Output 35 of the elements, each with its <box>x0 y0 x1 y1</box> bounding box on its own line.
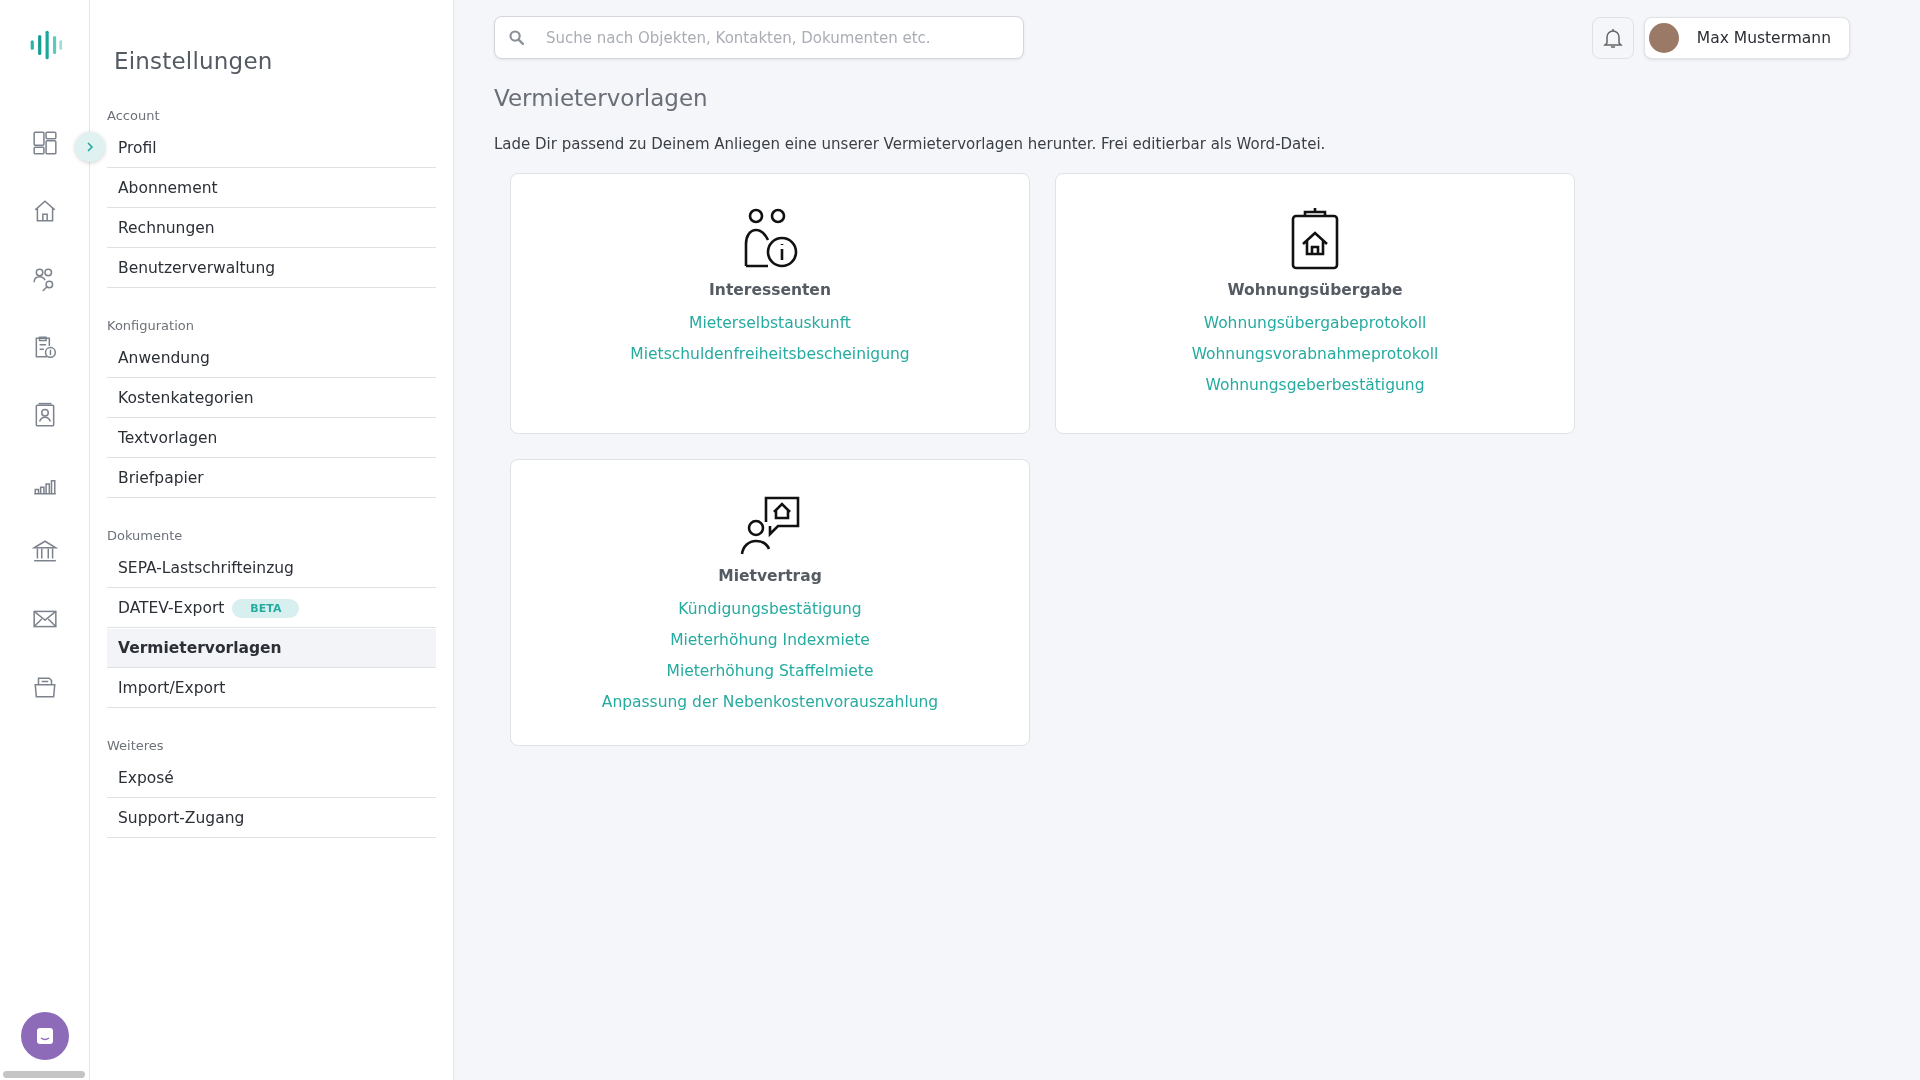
settings-nav-item[interactable]: Abonnement <box>107 169 436 208</box>
user-menu-button[interactable]: Max Mustermann <box>1643 16 1850 59</box>
chevron-right-icon <box>85 142 95 152</box>
settings-title: Einstellungen <box>114 48 274 74</box>
bank-icon[interactable] <box>31 538 58 564</box>
expand-button[interactable] <box>75 132 105 162</box>
scrollbar[interactable] <box>3 1071 85 1078</box>
page-title: Vermietervorlagen <box>494 85 709 111</box>
chat-button[interactable] <box>20 1012 69 1060</box>
dashboard-icon[interactable] <box>31 130 58 156</box>
section-label: Konfiguration <box>107 318 195 333</box>
beta-badge: BETA <box>232 598 300 618</box>
card-title: Mietvertrag <box>718 567 822 585</box>
card-title: Wohnungsübergabe <box>1227 281 1403 299</box>
settings-nav-item[interactable]: Kostenkategorien <box>107 379 436 418</box>
settings-nav-item[interactable]: Exposé <box>107 759 436 798</box>
section-label: Account <box>107 108 161 123</box>
settings-nav-item[interactable]: Anwendung <box>107 339 436 378</box>
settings-nav-item[interactable]: Briefpapier <box>107 459 436 498</box>
settings-nav-item[interactable]: Rechnungen <box>107 209 436 248</box>
intro-text: Lade Dir passend zu Deinem Anliegen eine unserer Vermietervorlagen herunter. Frei editierbar als Word-Datei. <box>494 135 1327 153</box>
avatar <box>1648 22 1679 53</box>
settings-nav-item[interactable]: DATEV-Export BETA <box>107 589 436 628</box>
settings-nav-item[interactable]: Benutzerverwaltung <box>107 249 436 288</box>
section-label: Dokumente <box>107 528 184 543</box>
settings-nav-item[interactable]: Profil <box>107 129 436 168</box>
settings-nav-item[interactable]: SEPA-Lastschrifteinzug <box>107 549 436 588</box>
card-title: Interessenten <box>709 281 831 299</box>
settings-nav-item[interactable]: Vermietervorlagen <box>107 629 436 668</box>
section-label: Weiteres <box>107 738 165 753</box>
notifications-button[interactable] <box>1591 16 1634 59</box>
settings-nav-item[interactable]: Support-Zugang <box>107 799 436 838</box>
search-field[interactable]: Suche nach Objekten, Kontakten, Dokumenten etc. <box>494 16 1024 59</box>
settings-nav-item[interactable]: Import/Export <box>107 669 436 708</box>
settings-nav-item[interactable]: Textvorlagen <box>107 419 436 458</box>
